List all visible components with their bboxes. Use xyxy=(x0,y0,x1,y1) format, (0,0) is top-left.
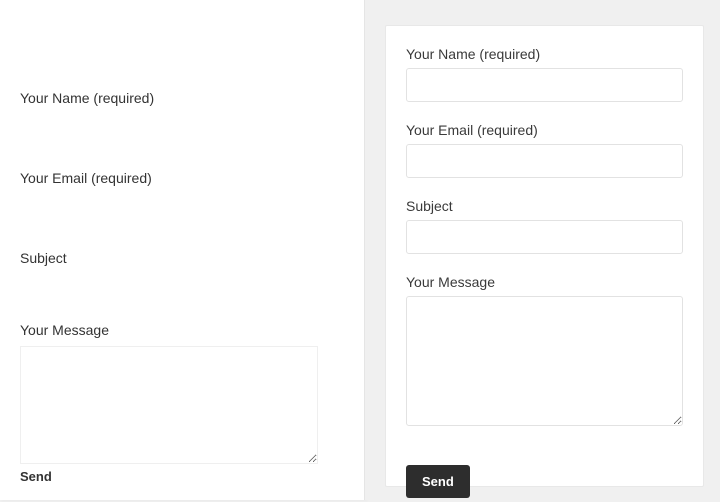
message-label: Your Message xyxy=(20,322,344,338)
name-input[interactable] xyxy=(406,68,683,102)
name-label: Your Name (required) xyxy=(406,46,683,62)
name-field-group: Your Name (required) xyxy=(20,90,344,112)
email-label: Your Email (required) xyxy=(406,122,683,138)
message-label: Your Message xyxy=(406,274,683,290)
email-field-group: Your Email (required) xyxy=(406,122,683,178)
name-label: Your Name (required) xyxy=(20,90,344,106)
message-field-group: Your Message xyxy=(406,274,683,431)
name-field-group: Your Name (required) xyxy=(406,46,683,102)
panel-gap xyxy=(365,0,385,500)
message-field-group: Your Message xyxy=(20,322,344,469)
subject-field-group: Subject xyxy=(406,198,683,254)
subject-input[interactable] xyxy=(406,220,683,254)
message-textarea[interactable] xyxy=(406,296,683,426)
subject-label: Subject xyxy=(20,250,344,266)
subject-field-group: Subject xyxy=(20,250,344,272)
contact-form-left: Your Name (required) Your Email (require… xyxy=(0,0,365,500)
email-label: Your Email (required) xyxy=(20,170,344,186)
send-button[interactable]: Send xyxy=(406,465,470,498)
subject-label: Subject xyxy=(406,198,683,214)
contact-form-right: Your Name (required) Your Email (require… xyxy=(385,25,704,487)
message-textarea[interactable] xyxy=(20,346,318,464)
email-field-group: Your Email (required) xyxy=(20,170,344,192)
email-input[interactable] xyxy=(406,144,683,178)
send-text[interactable]: Send xyxy=(20,469,344,502)
message-textarea-wrap xyxy=(20,346,344,469)
